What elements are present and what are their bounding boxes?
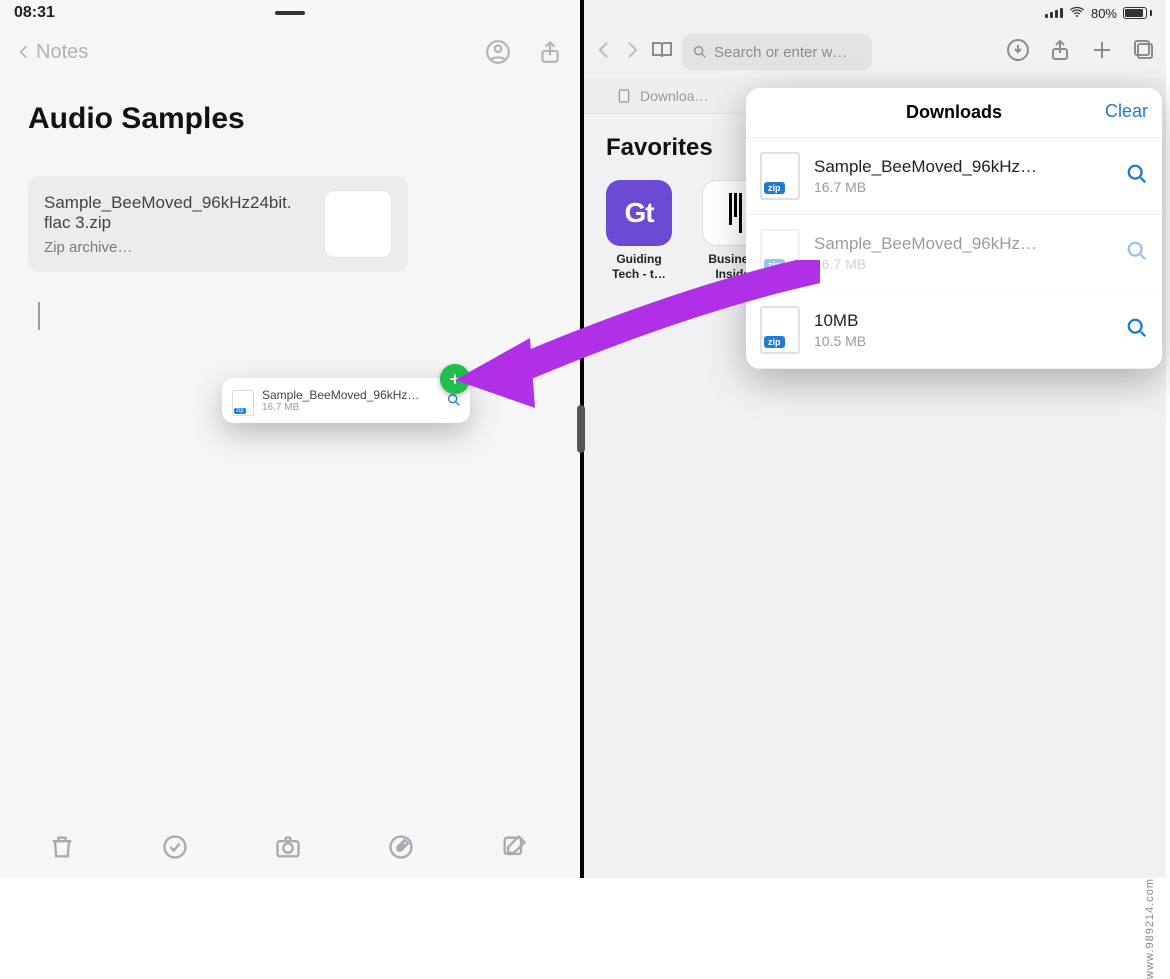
attachment-filename: Sample_BeeMoved_96kHz24bit.	[44, 193, 312, 213]
download-item[interactable]: zip Sample_BeeMoved_96kHz… 16.7 MB	[746, 215, 1162, 292]
share-button[interactable]	[1048, 38, 1072, 67]
favorite-label: Guiding Tech - t…	[606, 252, 672, 282]
pencil-circle-icon	[387, 833, 415, 861]
address-placeholder: Search or enter w…	[714, 44, 847, 61]
search-icon	[1126, 240, 1148, 262]
camera-button[interactable]	[274, 833, 302, 866]
zip-file-icon: zip	[760, 306, 800, 354]
notes-app: 08:31 Notes Audio Samples Sample_BeeMove…	[0, 0, 584, 878]
home-indicator-icon	[275, 11, 305, 15]
tabs-button[interactable]	[1132, 38, 1156, 67]
download-size: 16.7 MB	[814, 179, 1112, 195]
download-name: Sample_BeeMoved_96kHz…	[814, 234, 1112, 254]
bookmarks-button[interactable]	[650, 40, 674, 65]
checklist-button[interactable]	[161, 833, 189, 866]
watermark: www.989214.com	[1144, 878, 1164, 979]
plus-icon	[1090, 38, 1114, 62]
text-cursor	[38, 302, 40, 330]
forward-button[interactable]	[622, 40, 642, 65]
drag-item-search-icon	[446, 392, 462, 413]
download-size: 16.7 MB	[814, 256, 1112, 272]
drag-item-name: Sample_BeeMoved_96kHz…	[262, 388, 434, 402]
download-name: Sample_BeeMoved_96kHz…	[814, 157, 1112, 177]
page-icon	[616, 88, 632, 104]
download-size: 10.5 MB	[814, 333, 1112, 349]
battery-percent: 80%	[1091, 6, 1117, 21]
zip-file-icon: zip	[760, 229, 800, 277]
battery-icon	[1123, 7, 1152, 19]
favorite-item[interactable]: Gt Guiding Tech - t…	[606, 180, 672, 282]
downloads-title: Downloads	[906, 102, 1002, 123]
search-icon	[692, 44, 708, 60]
delete-button[interactable]	[48, 833, 76, 866]
back-button[interactable]	[594, 40, 614, 65]
cellular-icon	[1045, 8, 1063, 18]
compose-button[interactable]	[500, 833, 528, 866]
drop-plus-badge-icon	[440, 364, 470, 394]
book-icon	[650, 40, 674, 60]
address-bar[interactable]: Search or enter w…	[682, 34, 872, 70]
download-item[interactable]: zip 10MB 10.5 MB	[746, 292, 1162, 369]
safari-toolbar: Search or enter w…	[584, 26, 1166, 78]
downloads-button[interactable]	[1006, 38, 1030, 67]
search-icon	[1126, 317, 1148, 339]
reveal-button[interactable]	[1126, 317, 1148, 344]
tab-label: Downloa…	[640, 88, 708, 104]
attachment-card[interactable]: Sample_BeeMoved_96kHz24bit. flac 3.zip Z…	[28, 176, 408, 272]
zip-file-icon: zip	[760, 152, 800, 200]
safari-app: 80% Search or enter w… Downloa… Favorit	[584, 0, 1166, 878]
downloads-popover: Downloads Clear zip Sample_BeeMoved_96kH…	[746, 88, 1162, 369]
reveal-button[interactable]	[1126, 163, 1148, 190]
zip-file-icon	[230, 390, 256, 416]
tabs-icon	[1132, 38, 1156, 62]
attachment-thumbnail	[324, 190, 392, 258]
attachment-filename-2: flac 3.zip	[44, 213, 312, 233]
markup-button[interactable]	[387, 833, 415, 866]
back-label: Notes	[36, 41, 88, 64]
people-button[interactable]	[484, 38, 512, 66]
checkmark-circle-icon	[161, 833, 189, 861]
back-button[interactable]: Notes	[16, 41, 88, 64]
chevron-right-icon	[622, 40, 642, 60]
wifi-icon	[1069, 6, 1085, 21]
download-circle-icon	[1006, 38, 1030, 62]
drag-item-size: 16.7 MB	[262, 402, 434, 413]
clear-button[interactable]: Clear	[1105, 101, 1148, 122]
reveal-button[interactable]	[1126, 240, 1148, 267]
trash-icon	[48, 833, 76, 861]
share-icon	[537, 39, 563, 65]
status-bar-left: 08:31	[0, 0, 580, 26]
status-time: 08:31	[14, 4, 55, 22]
compose-icon	[500, 833, 528, 861]
share-icon	[1048, 38, 1072, 62]
search-icon	[1126, 163, 1148, 185]
download-item[interactable]: zip Sample_BeeMoved_96kHz… 16.7 MB	[746, 138, 1162, 215]
favorite-icon: Gt	[606, 180, 672, 246]
share-button[interactable]	[536, 38, 564, 66]
chevron-left-icon	[16, 44, 32, 60]
person-circle-icon	[485, 39, 511, 65]
attachment-subtitle: Zip archive…	[44, 239, 312, 256]
download-name: 10MB	[814, 311, 1112, 331]
new-tab-button[interactable]	[1090, 38, 1114, 67]
notes-bottom-toolbar	[0, 820, 576, 878]
note-title: Audio Samples	[28, 102, 552, 136]
chevron-left-icon	[594, 40, 614, 60]
notes-nav-bar: Notes	[0, 26, 580, 78]
status-bar-right: 80%	[584, 0, 1166, 26]
split-view-handle[interactable]	[577, 405, 585, 453]
camera-icon	[274, 833, 302, 861]
dragged-download-item[interactable]: Sample_BeeMoved_96kHz… 16.7 MB	[222, 378, 470, 423]
